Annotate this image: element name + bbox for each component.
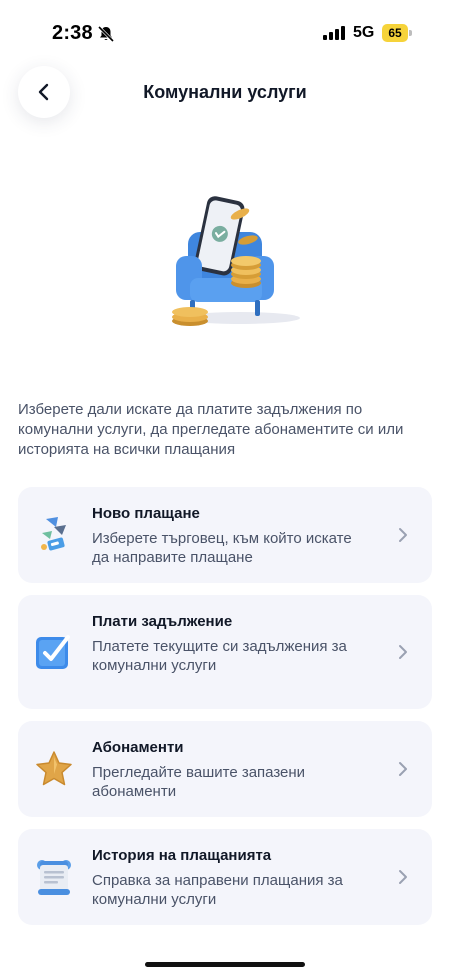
- option-subtitle: Прегледайте вашите запазени абонаменти: [92, 764, 306, 800]
- payment-tokens-icon: [41, 517, 66, 551]
- option-title: Ново плащане: [92, 505, 200, 522]
- option-title: История на плащанията: [92, 847, 272, 864]
- bell-slash-icon: [97, 25, 115, 43]
- star-icon: [36, 751, 72, 786]
- chevron-right-icon: [399, 870, 407, 884]
- chevron-right-icon: [399, 528, 407, 542]
- option-new-payment[interactable]: Ново плащане Изберете търговец, към койт…: [18, 487, 432, 583]
- option-text: Абонаменти Прегледайте вашите запазени а…: [92, 739, 372, 801]
- option-text: Плати задължение Платете текущите си зад…: [92, 613, 372, 675]
- checkbox-icon: [36, 635, 70, 669]
- option-text: История на плащанията Справка за направе…: [92, 847, 372, 909]
- battery-cap: [409, 30, 412, 36]
- receipt-scroll-icon: [37, 860, 71, 895]
- home-indicator[interactable]: [145, 962, 305, 967]
- chevron-right-icon: [399, 645, 407, 659]
- status-time: 2:38: [52, 22, 93, 44]
- network-label: 5G: [353, 24, 375, 41]
- option-title: Абонаменти: [92, 739, 184, 756]
- option-subtitle: Изберете търговец, към който искате да н…: [92, 530, 352, 566]
- option-text: Ново плащане Изберете търговец, към койт…: [92, 505, 372, 567]
- battery-level: 65: [382, 24, 408, 42]
- status-bar: 2:38 5G 65: [0, 0, 450, 66]
- option-subscriptions[interactable]: Абонаменти Прегледайте вашите запазени а…: [18, 721, 432, 817]
- option-payment-history[interactable]: История на плащанията Справка за направе…: [18, 829, 432, 925]
- option-title: Плати задължение: [92, 613, 233, 630]
- option-subtitle: Справка за направени плащания за комунал…: [92, 872, 343, 908]
- chevron-right-icon: [399, 762, 407, 776]
- armchair-phone-coins-illustration: [172, 196, 300, 326]
- options-list: Ново плащане Изберете търговец, към койт…: [18, 487, 432, 937]
- page-title: Комунални услуги: [143, 82, 307, 102]
- option-pay-bill[interactable]: Плати задължение Платете текущите си зад…: [18, 595, 432, 709]
- signal-icon: [323, 26, 345, 40]
- description-text: Изберете дали искате да платите задължен…: [18, 401, 404, 458]
- option-subtitle: Платете текущите си задължения за комуна…: [92, 638, 347, 674]
- battery-icon: 65: [382, 24, 412, 42]
